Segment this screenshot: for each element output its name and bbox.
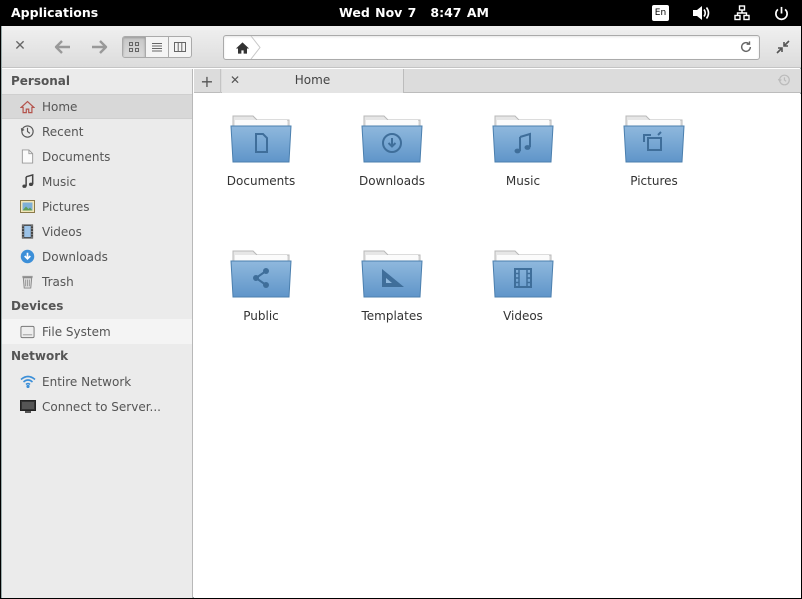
reload-icon	[740, 41, 752, 53]
sidebar-item-label: Entire Network	[42, 374, 132, 389]
folder-videos[interactable]: Videos	[468, 247, 578, 323]
sidebar-item-label: Recent	[42, 124, 84, 139]
list-view-button[interactable]	[146, 37, 169, 57]
music-icon	[19, 173, 36, 190]
sidebar-item-recent[interactable]: Recent	[2, 119, 192, 144]
home-icon	[235, 41, 249, 54]
monitor-icon	[19, 398, 36, 415]
folder-pictures[interactable]: Pictures	[599, 112, 709, 188]
clock-date: Wed Nov 7	[339, 5, 417, 20]
sidebar-item-pictures[interactable]: Pictures	[2, 194, 192, 219]
closed-tabs-history-button[interactable]	[777, 73, 791, 90]
folder-label: Documents	[226, 174, 296, 188]
reload-button[interactable]	[739, 40, 753, 57]
trash-icon	[19, 273, 36, 290]
sidebar-item-label: Connect to Server...	[42, 399, 161, 414]
folder-icon	[361, 115, 423, 163]
arrow-left-icon	[54, 40, 70, 54]
view-mode-switcher	[122, 36, 192, 58]
folder-music[interactable]: Music	[468, 112, 578, 188]
column-view-button[interactable]	[169, 37, 191, 57]
location-bar[interactable]	[223, 35, 760, 60]
recent-icon	[19, 123, 36, 140]
folder-templates[interactable]: Templates	[337, 247, 447, 323]
keyboard-layout-indicator[interactable]: En	[652, 5, 669, 21]
breadcrumb-separator	[250, 36, 261, 59]
document-icon	[19, 148, 36, 165]
close-window-button[interactable]: ✕	[12, 38, 28, 54]
back-button[interactable]	[52, 37, 74, 57]
keyboard-layout-label: En	[654, 8, 667, 18]
folder-icon	[361, 250, 423, 298]
folder-downloads[interactable]: Downloads	[337, 112, 447, 188]
restore-icon	[776, 40, 790, 54]
sidebar-item-trash[interactable]: Trash	[2, 269, 192, 294]
sidebar: Personal Home Recent Documents Music Pic…	[2, 69, 193, 598]
sidebar-item-label: Videos	[42, 224, 82, 239]
folder-label: Downloads	[359, 174, 425, 188]
sidebar-item-label: Music	[42, 174, 77, 189]
sidebar-heading-network: Network	[11, 349, 69, 363]
network-icon[interactable]	[732, 4, 752, 22]
sidebar-item-home[interactable]: Home	[2, 94, 192, 119]
sidebar-item-label: File System	[42, 324, 111, 339]
sidebar-heading-devices: Devices	[11, 299, 64, 313]
folder-icon	[230, 250, 292, 298]
tab-label: Home	[294, 73, 331, 87]
applications-menu[interactable]: Applications	[11, 5, 98, 20]
columns-icon	[174, 42, 186, 52]
forward-button[interactable]	[88, 37, 110, 57]
downloads-icon	[19, 248, 36, 265]
folder-label: Pictures	[630, 174, 678, 188]
folder-public[interactable]: Public	[206, 247, 316, 323]
sidebar-item-label: Downloads	[42, 249, 108, 264]
tab-bar: + ✕ Home	[194, 69, 801, 93]
file-manager-window: ✕ Personal Home Recent Documents Music P…	[1, 26, 801, 598]
top-panel: Applications Wed Nov 7 8:47 AM En	[0, 0, 802, 26]
sidebar-item-label: Home	[42, 99, 78, 114]
sidebar-item-file-system[interactable]: File System	[2, 319, 192, 344]
folder-icon	[492, 115, 554, 163]
toolbar: ✕	[2, 26, 801, 68]
sidebar-item-label: Pictures	[42, 199, 90, 214]
home-icon	[19, 98, 36, 115]
volume-icon[interactable]	[690, 4, 712, 22]
list-icon	[152, 43, 162, 52]
videos-icon	[19, 223, 36, 240]
power-icon[interactable]	[772, 4, 790, 22]
sidebar-item-music[interactable]: Music	[2, 169, 192, 194]
sidebar-item-label: Trash	[42, 274, 74, 289]
wifi-icon	[19, 373, 36, 390]
folder-label: Public	[243, 309, 279, 323]
pictures-icon	[19, 198, 36, 215]
clock[interactable]: Wed Nov 7 8:47 AM	[339, 5, 489, 20]
file-view: Documents Downloads Music Pictures Publi…	[194, 94, 801, 598]
folder-label: Templates	[361, 309, 423, 323]
icon-view-button[interactable]	[123, 37, 146, 57]
tab-home[interactable]: ✕ Home	[222, 69, 404, 93]
sidebar-item-label: Documents	[42, 149, 111, 164]
history-icon	[777, 74, 790, 86]
sidebar-item-connect-to-server[interactable]: Connect to Server...	[2, 394, 192, 419]
drive-icon	[19, 323, 36, 340]
arrow-right-icon	[92, 40, 108, 54]
grid-icon	[129, 42, 139, 52]
sidebar-item-documents[interactable]: Documents	[2, 144, 192, 169]
folder-icon	[623, 115, 685, 163]
new-tab-button[interactable]: +	[194, 69, 221, 93]
clock-time: 8:47 AM	[430, 5, 489, 20]
folder-label: Music	[505, 174, 541, 188]
sidebar-item-downloads[interactable]: Downloads	[2, 244, 192, 269]
folder-label: Videos	[503, 309, 543, 323]
sidebar-heading-personal: Personal	[11, 74, 70, 88]
folder-icon	[492, 250, 554, 298]
restore-window-button[interactable]	[774, 38, 792, 56]
folder-icon	[230, 115, 292, 163]
sidebar-item-videos[interactable]: Videos	[2, 219, 192, 244]
folder-documents[interactable]: Documents	[206, 112, 316, 188]
sidebar-item-entire-network[interactable]: Entire Network	[2, 369, 192, 394]
